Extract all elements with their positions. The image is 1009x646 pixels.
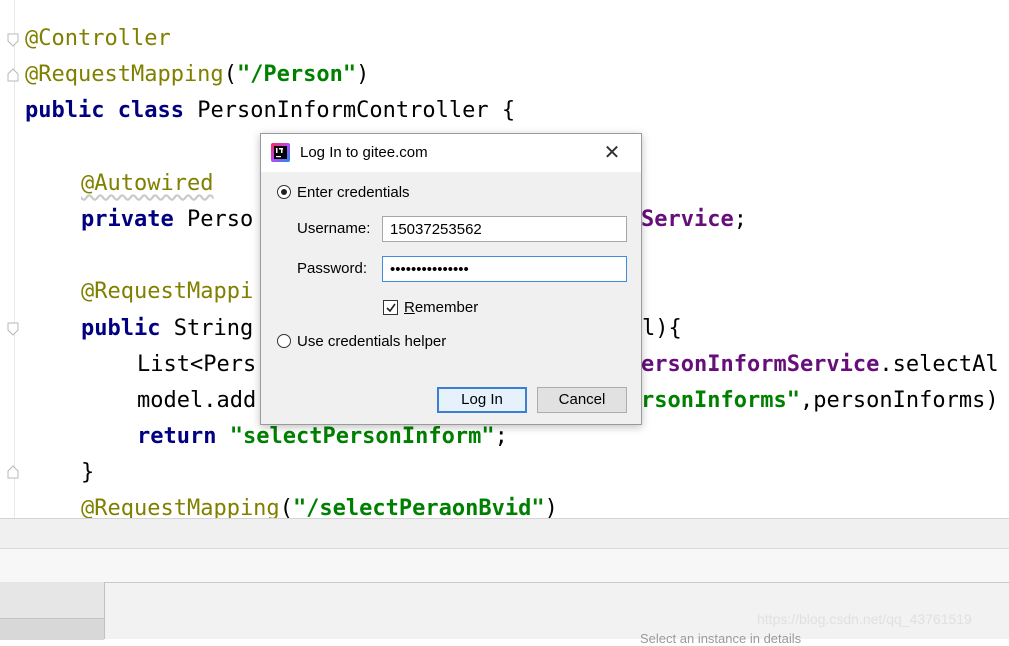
code-text: .selectAl <box>879 352 999 377</box>
cancel-button[interactable]: Cancel <box>537 387 627 413</box>
annotation: @RequestMapping <box>25 62 224 87</box>
class-name: PersonInformController { <box>183 98 516 123</box>
field-name: Service <box>641 207 734 232</box>
code-line-2: @RequestMapping("/Person") <box>25 57 369 93</box>
password-input[interactable] <box>382 256 627 282</box>
string-literal: "/Person" <box>236 62 357 87</box>
dialog-title: Log In to gitee.com <box>300 144 428 161</box>
login-dialog: Log In to gitee.com ✕ Enter credentials … <box>260 133 642 425</box>
closing-brace: } <box>81 460 95 485</box>
code-line-11: model.add <box>137 383 256 419</box>
enter-credentials-label[interactable]: Enter credentials <box>297 184 410 201</box>
dialog-titlebar[interactable]: Log In to gitee.com ✕ <box>261 134 641 172</box>
checkmark-icon <box>386 303 396 313</box>
keyword: class <box>117 98 184 123</box>
semicolon: ; <box>733 207 747 232</box>
keyword: return <box>137 424 217 449</box>
remember-label[interactable]: Remember <box>404 299 478 316</box>
paren: ( <box>279 496 293 518</box>
fold-marker-icon[interactable] <box>7 322 19 336</box>
fold-marker-icon[interactable] <box>7 465 19 479</box>
code-line-1: @Controller <box>25 21 171 57</box>
code-line-14: @RequestMapping("/selectPeraonBvid") <box>81 491 558 518</box>
code-text: model.add <box>137 388 257 413</box>
fold-marker-icon[interactable] <box>7 33 19 47</box>
code-line-5: @Autowired <box>81 166 213 202</box>
fold-marker-icon[interactable] <box>7 68 19 82</box>
code-text: l){ <box>642 316 682 341</box>
annotation: @Controller <box>25 26 171 51</box>
annotation: @Autowired <box>81 171 214 196</box>
string-literal: "/selectPeraonBvid" <box>292 496 545 518</box>
semicolon: ; <box>494 424 508 449</box>
watermark: https://blog.csdn.net/qq_43761519 <box>757 611 972 627</box>
remember-checkbox[interactable] <box>383 300 398 315</box>
annotation: @RequestMapping <box>81 496 280 518</box>
code-text: ,personInforms) <box>799 388 999 413</box>
code-line-3: public class PersonInformController { <box>25 93 515 129</box>
code-line-6: private Perso <box>81 202 253 238</box>
credentials-helper-label[interactable]: Use credentials helper <box>297 333 446 350</box>
code-line-13: } <box>81 455 94 491</box>
code-line-9: public String <box>81 311 253 347</box>
code-line-8: @RequestMappi <box>81 274 253 310</box>
credentials-helper-radio[interactable] <box>277 334 291 348</box>
code-line-10: List<Pers <box>137 347 256 383</box>
keyword: public <box>81 316 161 341</box>
code-line-9-tail: l){ <box>642 311 682 347</box>
field-name: ersonInformService <box>641 352 880 377</box>
intellij-app-icon <box>271 143 290 162</box>
tool-window-header <box>0 548 1009 582</box>
login-button[interactable]: Log In <box>437 387 527 413</box>
code-line-10-tail: ersonInformService.selectAl <box>641 347 999 383</box>
tool-window-sidebar-footer <box>0 618 104 640</box>
paren: ) <box>544 496 558 518</box>
keyword: public <box>25 98 105 123</box>
code-line-6-tail: Service; <box>641 202 747 238</box>
annotation: @RequestMappi <box>81 279 254 304</box>
string-literal: "selectPersonInform" <box>229 424 495 449</box>
code-text: List<Pers <box>137 352 257 377</box>
password-label: Password: <box>297 260 368 277</box>
username-label: Username: <box>297 220 371 237</box>
string-literal: rsonInforms" <box>641 388 800 413</box>
code-line-11-tail: rsonInforms",personInforms) <box>641 383 999 419</box>
keyword: private <box>81 207 174 232</box>
remember-mnemonic: R <box>404 299 415 316</box>
close-icon[interactable]: ✕ <box>601 142 623 164</box>
username-input[interactable] <box>382 216 627 242</box>
type-name: String <box>160 316 254 341</box>
editor-bottom-strip <box>0 518 1009 548</box>
remember-label-rest: emember <box>414 299 479 316</box>
paren: ) <box>356 62 370 87</box>
type-name: Perso <box>173 207 254 232</box>
paren: ( <box>223 62 237 87</box>
enter-credentials-radio[interactable] <box>277 185 291 199</box>
